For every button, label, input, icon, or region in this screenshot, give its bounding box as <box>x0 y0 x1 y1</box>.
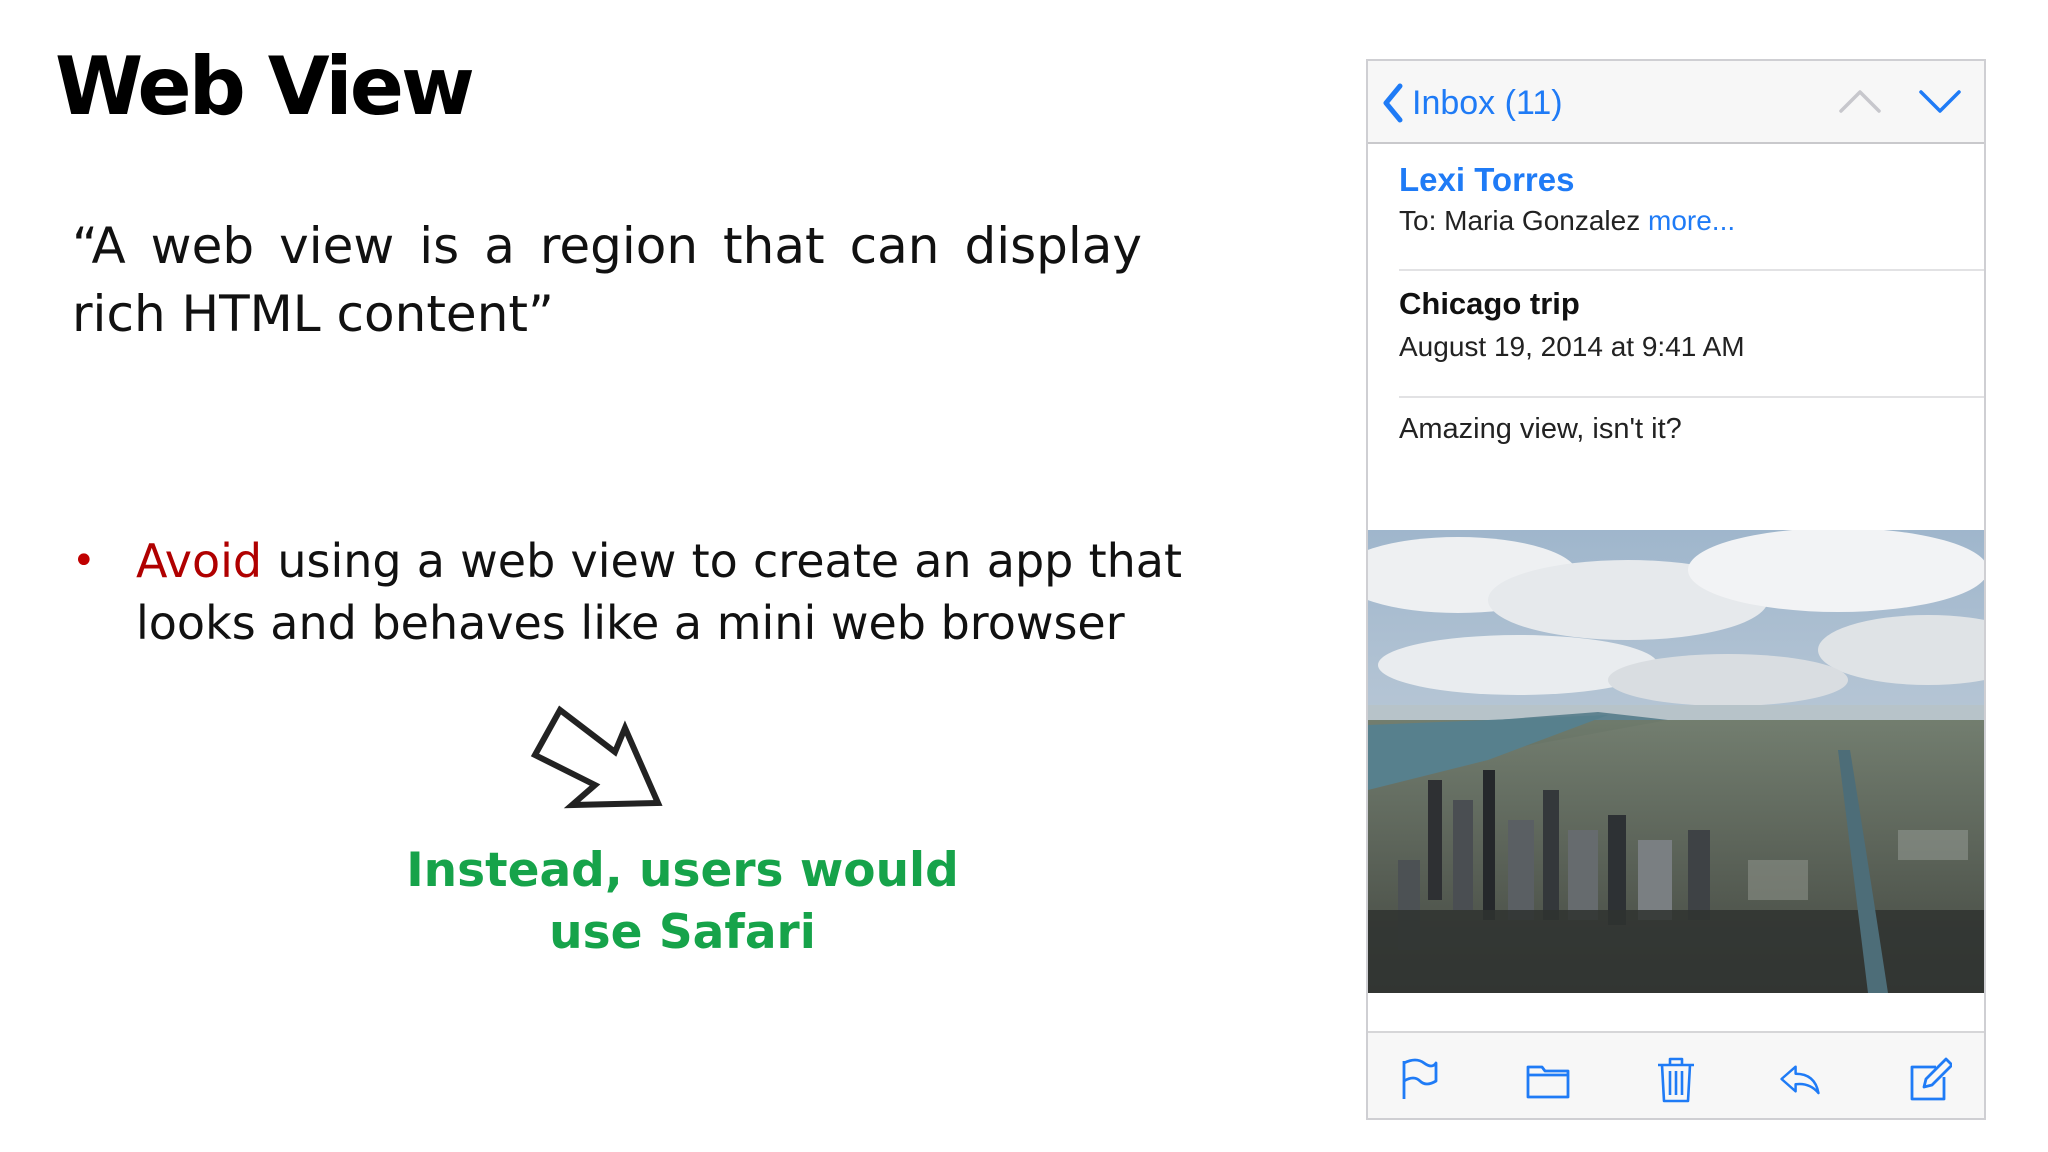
callout-line-1: Instead, users would <box>406 843 959 898</box>
subject-divider <box>1399 396 1984 398</box>
mail-nav-bar: Inbox (11) <box>1368 61 1984 144</box>
guideline-bullet: • Avoid using a web view to create an ap… <box>72 530 1182 654</box>
folder-icon[interactable] <box>1526 1055 1570 1103</box>
recipient-text: To: Maria Gonzalez <box>1399 205 1641 236</box>
chevron-left-icon <box>1383 83 1403 123</box>
next-message-icon[interactable] <box>1918 83 1962 119</box>
sender-name[interactable]: Lexi Torres <box>1399 161 1574 199</box>
avoid-highlight: Avoid <box>136 534 263 588</box>
header-divider <box>1399 269 1984 271</box>
back-label: Inbox (11) <box>1412 83 1563 122</box>
trash-icon[interactable] <box>1654 1055 1698 1103</box>
back-to-inbox-button[interactable]: Inbox (11) <box>1382 79 1563 127</box>
compose-icon[interactable] <box>1908 1055 1952 1103</box>
definition-quote: “A web view is a region that can display… <box>72 217 1142 343</box>
more-link[interactable]: more... <box>1648 205 1735 236</box>
bullet-text: Avoid using a web view to create an app … <box>136 530 1182 654</box>
bullet-body: using a web view to create an app that l… <box>136 534 1182 650</box>
callout-line-2: use Safari <box>549 905 816 960</box>
city-skyline-photo <box>1368 530 1984 993</box>
message-subject: Chicago trip <box>1399 286 1580 321</box>
message-date: August 19, 2014 at 9:41 AM <box>1399 331 1745 362</box>
recipient-line: To: Maria Gonzalez more... <box>1399 205 1735 237</box>
safari-callout: Instead, users would use Safari <box>380 840 985 964</box>
mail-toolbar <box>1368 1031 1984 1118</box>
arrow-icon <box>530 705 663 809</box>
slide-title: Web View <box>55 40 475 133</box>
message-body: Amazing view, isn't it? <box>1399 413 1682 445</box>
mail-screenshot: Inbox (11) Lexi Torres To: Maria Gonzale… <box>1366 59 1986 1120</box>
previous-message-icon[interactable] <box>1838 83 1882 119</box>
reply-icon[interactable] <box>1778 1055 1822 1103</box>
bullet-marker: • <box>72 538 96 584</box>
flag-icon[interactable] <box>1396 1055 1440 1103</box>
